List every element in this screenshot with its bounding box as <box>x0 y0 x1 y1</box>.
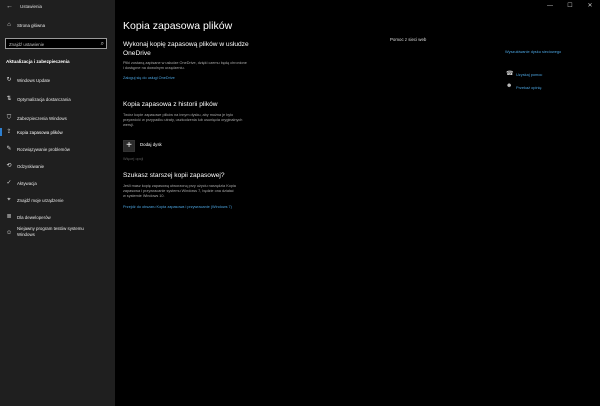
page-title: Kopia zapasowa plików <box>123 20 233 32</box>
web-help-title: Pomoc z sieci web <box>390 37 427 42</box>
feedback-link[interactable]: Przekaż opinię <box>516 85 542 90</box>
close-button[interactable]: ✕ <box>580 0 600 12</box>
sidebar-item-home[interactable]: ⌂ Strona główna <box>0 19 115 31</box>
add-drive-label[interactable]: Dodaj dysk <box>140 142 162 147</box>
help-icon: ☎ <box>506 71 514 77</box>
history-description: Twórz kopie zapasowe plików na innym dys… <box>123 113 243 128</box>
onedrive-description: Pliki zostaną zapisane w usłudze OneDriv… <box>123 61 247 71</box>
feedback-icon: ☻ <box>506 83 513 89</box>
sidebar-item-label: Znajdź moje urządzenie <box>17 197 64 203</box>
check-circle-icon: ✓ <box>6 180 12 186</box>
sidebar-item-backup[interactable]: ⇪ Kopia zapasowa plików <box>0 126 115 138</box>
sidebar-item-insider[interactable]: ☺ Niejawny program testów systemu Window… <box>0 226 115 242</box>
minimize-button[interactable]: — <box>540 0 560 12</box>
search-icon[interactable]: ⌕ <box>101 40 104 48</box>
maximize-button[interactable]: ☐ <box>560 0 580 12</box>
more-options-link: Więcej opcji <box>123 157 144 161</box>
sidebar-item-label: Rozwiązywanie problemów <box>17 146 70 152</box>
sidebar-item-label: Strona główna <box>17 22 46 28</box>
onedrive-heading: Wykonaj kopię zapasową plików w usłudze … <box>123 41 249 57</box>
insider-icon: ☺ <box>6 230 13 236</box>
shield-icon: ⛉ <box>6 115 12 121</box>
sidebar: ← Ustawienia ⌂ Strona główna ⌕ Aktualiza… <box>0 0 115 406</box>
sidebar-item-label: Optymalizacja dostarczania <box>17 96 71 102</box>
wrench-icon: ✎ <box>6 146 12 152</box>
sidebar-item-label: Kopia zapasowa plików <box>17 129 63 135</box>
plus-icon: + <box>126 140 132 151</box>
search-box[interactable]: ⌕ <box>5 38 107 49</box>
window-title: Ustawienia <box>20 4 43 9</box>
onedrive-signin-link[interactable]: Zaloguj się do usługi OneDrive <box>123 76 175 80</box>
sidebar-item-label: Windows Update <box>17 77 51 83</box>
older-backup-description: Jeśli masz kopię zapasową utworzoną przy… <box>123 184 236 199</box>
sidebar-item-troubleshoot[interactable]: ✎ Rozwiązywanie problemów <box>0 143 115 155</box>
home-icon: ⌂ <box>7 22 11 28</box>
delivery-icon: ⇅ <box>6 96 12 102</box>
back-arrow-icon[interactable]: ← <box>6 3 14 11</box>
sidebar-item-label: Zabezpieczenia Windows <box>17 115 67 121</box>
sidebar-item-activation[interactable]: ✓ Aktywacja <box>0 177 115 189</box>
backup-restore-link[interactable]: Przejdź do obszaru Kopia zapasowa i przy… <box>123 205 232 209</box>
sidebar-item-find-device[interactable]: ⌖ Znajdź moje urządzenie <box>0 194 115 206</box>
get-help-link[interactable]: Uzyskaj pomoc <box>516 72 542 77</box>
window-controls: — ☐ ✕ <box>540 0 600 12</box>
sidebar-item-label: Aktywacja <box>17 180 37 186</box>
sidebar-item-label: Odzyskiwanie <box>17 163 45 169</box>
sidebar-item-windows-update[interactable]: ↻ Windows Update <box>0 74 115 86</box>
sidebar-item-recovery[interactable]: ⟲ Odzyskiwanie <box>0 160 115 172</box>
developer-icon: ≣ <box>6 214 12 220</box>
sidebar-item-windows-security[interactable]: ⛉ Zabezpieczenia Windows <box>0 112 115 124</box>
sidebar-item-label: Niejawny program testów systemu Windows <box>17 226 84 237</box>
history-heading: Kopia zapasowa z historii plików <box>123 101 218 108</box>
category-heading: Aktualizacja i zabezpieczenia <box>6 59 70 64</box>
sidebar-item-label: Dla deweloperów <box>17 214 51 220</box>
sidebar-item-developers[interactable]: ≣ Dla deweloperów <box>0 211 115 223</box>
add-drive-button[interactable]: + <box>123 140 135 152</box>
older-backup-heading: Szukasz starszej kopii zapasowej? <box>123 172 225 179</box>
web-help-link[interactable]: Wyszukiwanie dysku sieciowego <box>505 49 561 54</box>
location-icon: ⌖ <box>7 197 11 203</box>
refresh-icon: ↻ <box>6 77 12 83</box>
search-input[interactable] <box>9 40 97 48</box>
backup-icon: ⇪ <box>6 129 12 135</box>
sidebar-item-delivery-optimization[interactable]: ⇅ Optymalizacja dostarczania <box>0 93 115 105</box>
recovery-icon: ⟲ <box>6 163 12 169</box>
main-content: — ☐ ✕ Kopia zapasowa plików Wykonaj kopi… <box>115 0 600 406</box>
